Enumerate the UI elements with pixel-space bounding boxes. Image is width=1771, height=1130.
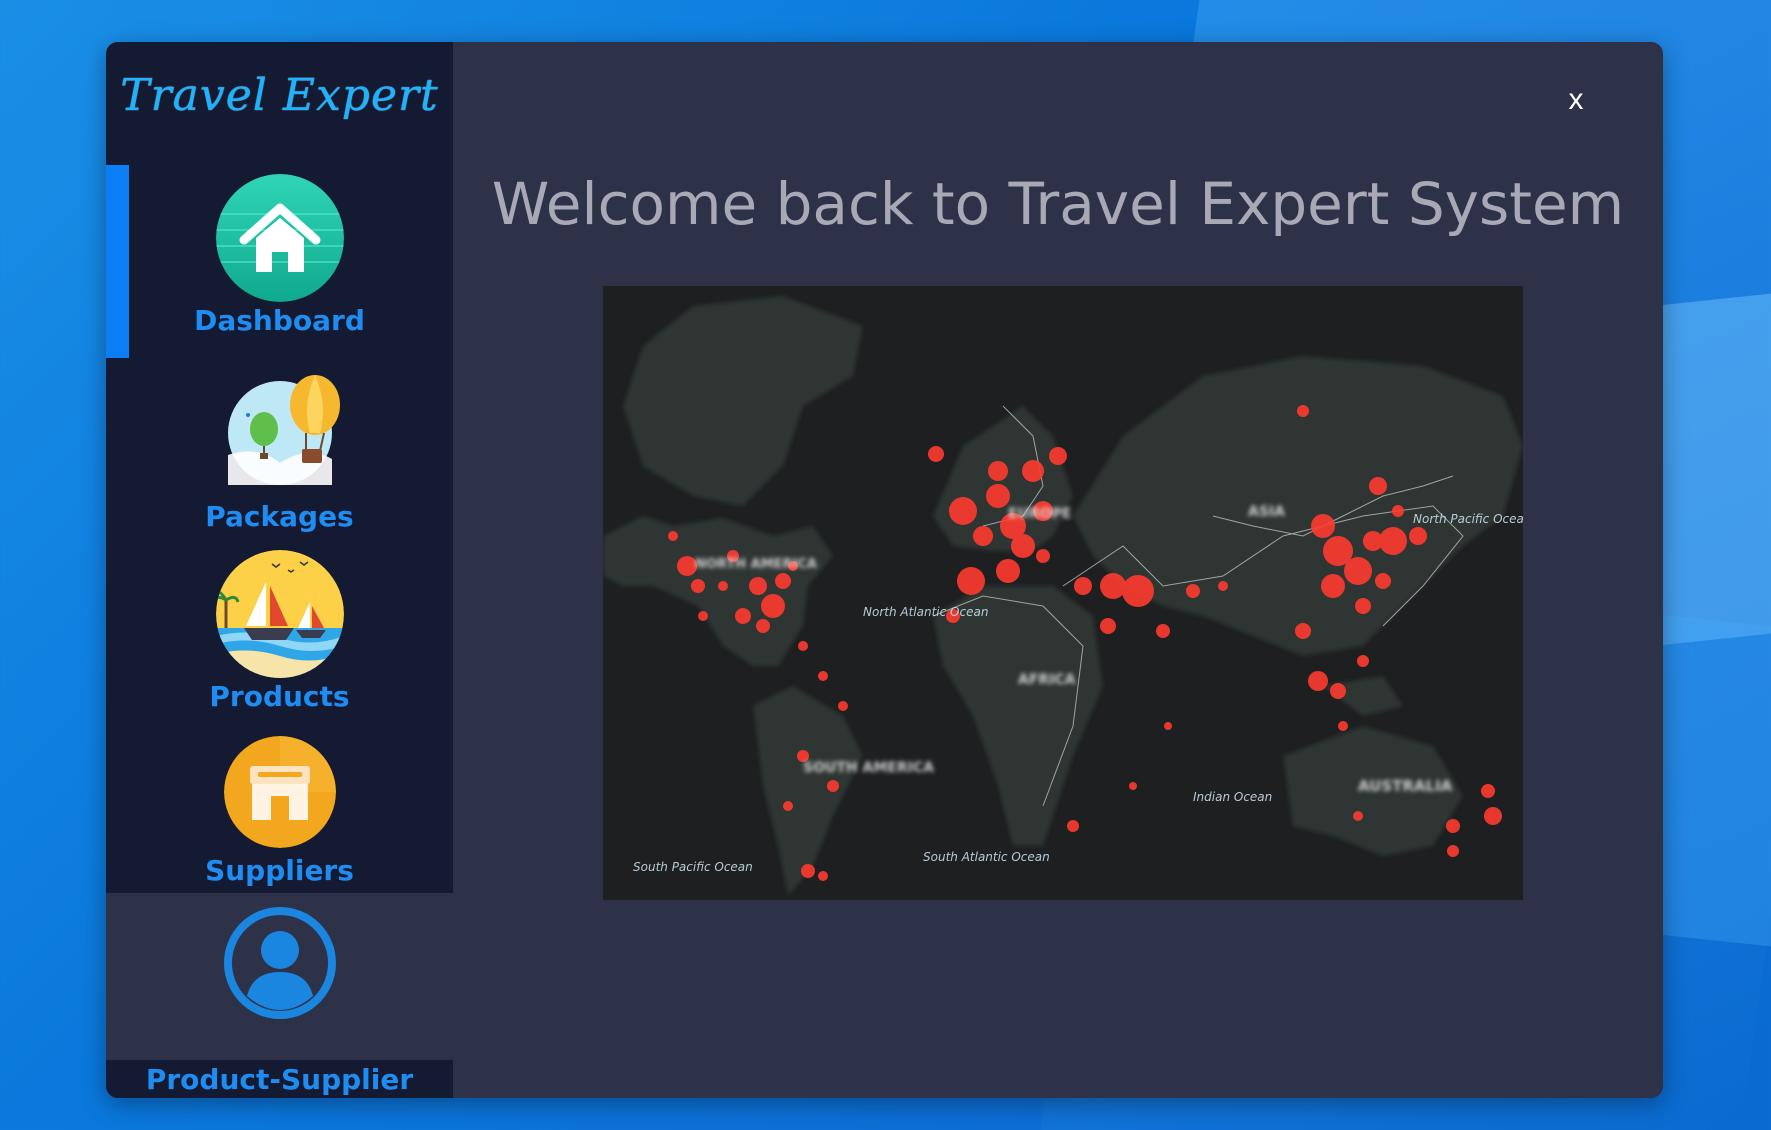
map-label-north-america: NORTH AMERICA [695,557,817,572]
home-icon [216,174,344,302]
sidebar-item-label: Packages [205,500,354,533]
close-button[interactable]: x [1556,80,1596,120]
map-label-australia: AUSTRALIA [1358,777,1453,795]
map-label-south-atlantic: South Atlantic Ocean [923,850,1050,864]
app-logo: Travel Expert [120,70,439,121]
map-label-africa: AFRICA [1018,672,1076,688]
app-window: Travel Expert Dashboard Packages Product… [106,42,1663,1098]
sidebar-item-label: Product-Supplier [145,1063,414,1096]
world-map-image: NORTH AMERICA SOUTH AMERICA EUROPE AFRIC… [603,286,1523,900]
sidebar: Travel Expert Dashboard Packages Product… [106,42,453,1098]
sidebar-item-suppliers[interactable]: Suppliers [106,736,453,896]
map-label-north-pacific: North Pacific Ocean [1413,512,1523,526]
map-label-indian: Indian Ocean [1193,790,1272,804]
sidebar-item-products[interactable]: Products [106,550,453,720]
map-label-asia: ASIA [1248,504,1285,520]
map-label-south-america: SOUTH AMERICA [803,760,934,776]
sidebar-item-label: Products [209,680,350,713]
sidebar-item-label: Suppliers [205,854,354,887]
sidebar-item-product-supplier[interactable]: Product-Supplier [106,906,453,1096]
sidebar-item-packages[interactable]: Packages [106,375,453,545]
store-icon [224,736,336,848]
map-label-europe: EUROPE [1008,506,1071,522]
sidebar-item-dashboard[interactable]: Dashboard [106,172,453,352]
sidebar-item-label: Dashboard [194,304,365,337]
hot-air-balloon-icon [228,375,346,485]
map-label-south-pacific: South Pacific Ocean [633,860,753,874]
page-title: Welcome back to Travel Expert System [491,170,1625,238]
map-label-north-atlantic: North Atlantic Ocean [863,605,988,619]
sailboat-icon [216,550,344,678]
user-icon [223,906,337,1020]
